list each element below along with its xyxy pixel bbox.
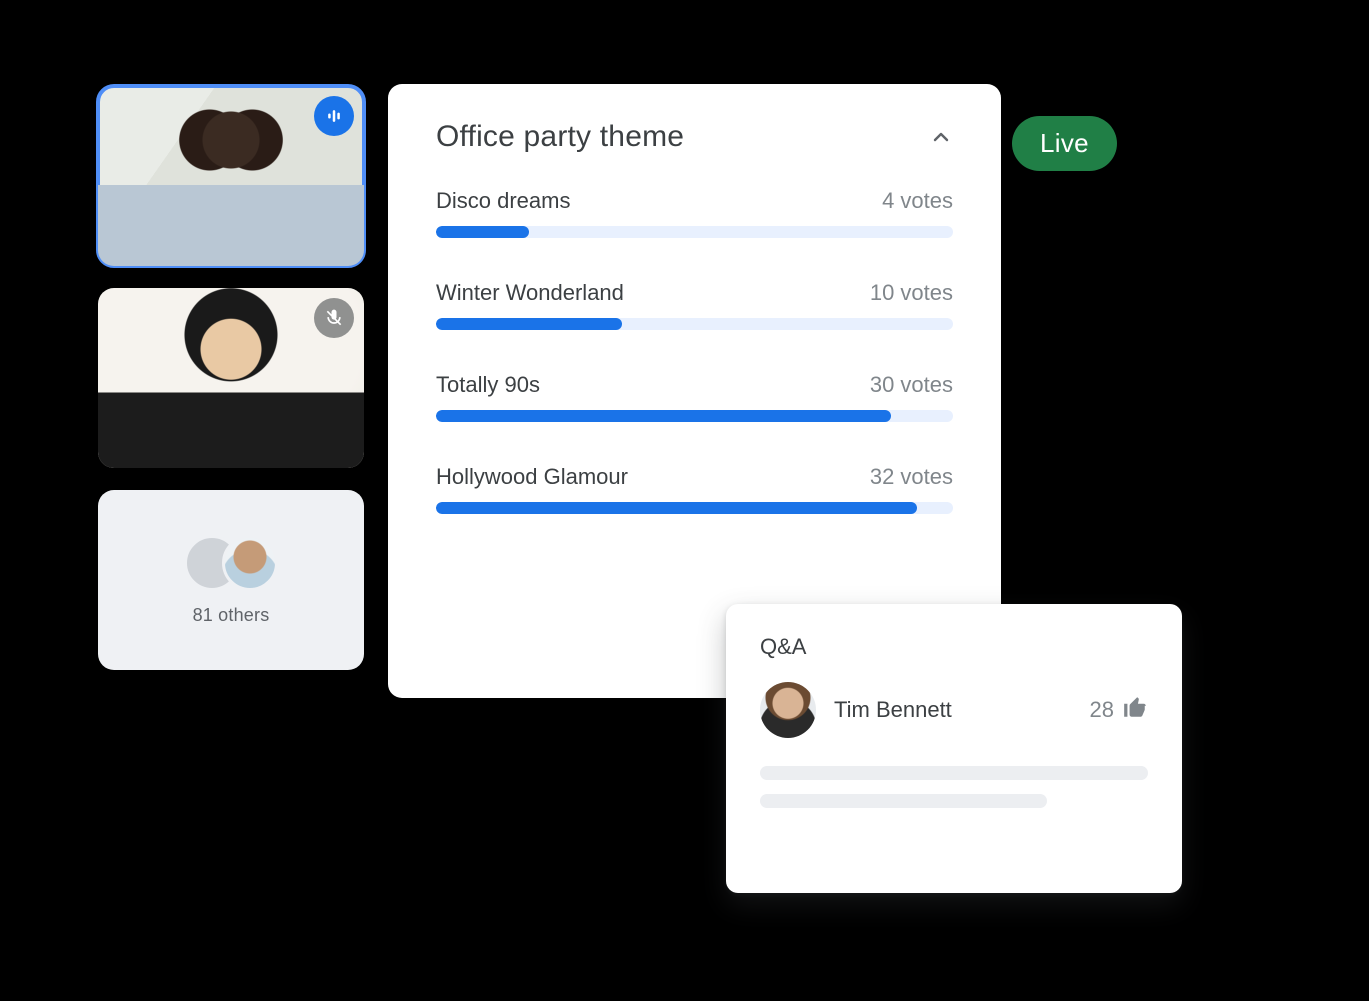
qa-asker-name: Tim Bennett (834, 697, 1072, 723)
upvote-button[interactable]: 28 (1090, 694, 1148, 726)
upvote-count: 28 (1090, 697, 1114, 723)
poll-option-label: Disco dreams (436, 188, 570, 214)
speaking-indicator-icon (314, 96, 354, 136)
participant-tile-2[interactable] (98, 288, 364, 468)
live-badge: Live (1012, 116, 1117, 171)
poll-bar-track (436, 410, 953, 422)
collapse-poll-button[interactable] (929, 125, 953, 149)
qa-text-placeholder (760, 766, 1148, 780)
poll-option-label: Totally 90s (436, 372, 540, 398)
others-avatars (184, 535, 278, 591)
poll-bar-fill (436, 410, 891, 422)
others-tile[interactable]: 81 others (98, 490, 364, 670)
qa-text-placeholder (760, 794, 1047, 808)
participant-tile-1[interactable] (98, 86, 364, 266)
poll-option[interactable]: Winter Wonderland 10 votes (436, 280, 953, 330)
poll-option-votes: 4 votes (882, 188, 953, 214)
avatar (760, 682, 816, 738)
others-count-label: 81 others (193, 605, 270, 626)
poll-option[interactable]: Totally 90s 30 votes (436, 372, 953, 422)
poll-option-votes: 32 votes (870, 464, 953, 490)
thumbs-up-icon (1122, 694, 1148, 726)
poll-bar-fill (436, 226, 529, 238)
poll-option-label: Winter Wonderland (436, 280, 624, 306)
poll-bar-track (436, 318, 953, 330)
poll-bar-track (436, 226, 953, 238)
qa-question-row[interactable]: Tim Bennett 28 (760, 682, 1148, 738)
poll-bar-fill (436, 502, 917, 514)
participant-tiles: 81 others (98, 86, 364, 670)
poll-option-votes: 30 votes (870, 372, 953, 398)
qa-title: Q&A (760, 634, 1148, 660)
qa-card: Q&A Tim Bennett 28 (726, 604, 1182, 893)
poll-option[interactable]: Disco dreams 4 votes (436, 188, 953, 238)
chevron-up-icon (929, 136, 953, 153)
poll-title: Office party theme (436, 120, 684, 154)
poll-option-votes: 10 votes (870, 280, 953, 306)
poll-bar-fill (436, 318, 622, 330)
poll-option[interactable]: Hollywood Glamour 32 votes (436, 464, 953, 514)
avatar (222, 535, 278, 591)
poll-bar-track (436, 502, 953, 514)
mic-muted-icon (314, 298, 354, 338)
poll-option-label: Hollywood Glamour (436, 464, 628, 490)
